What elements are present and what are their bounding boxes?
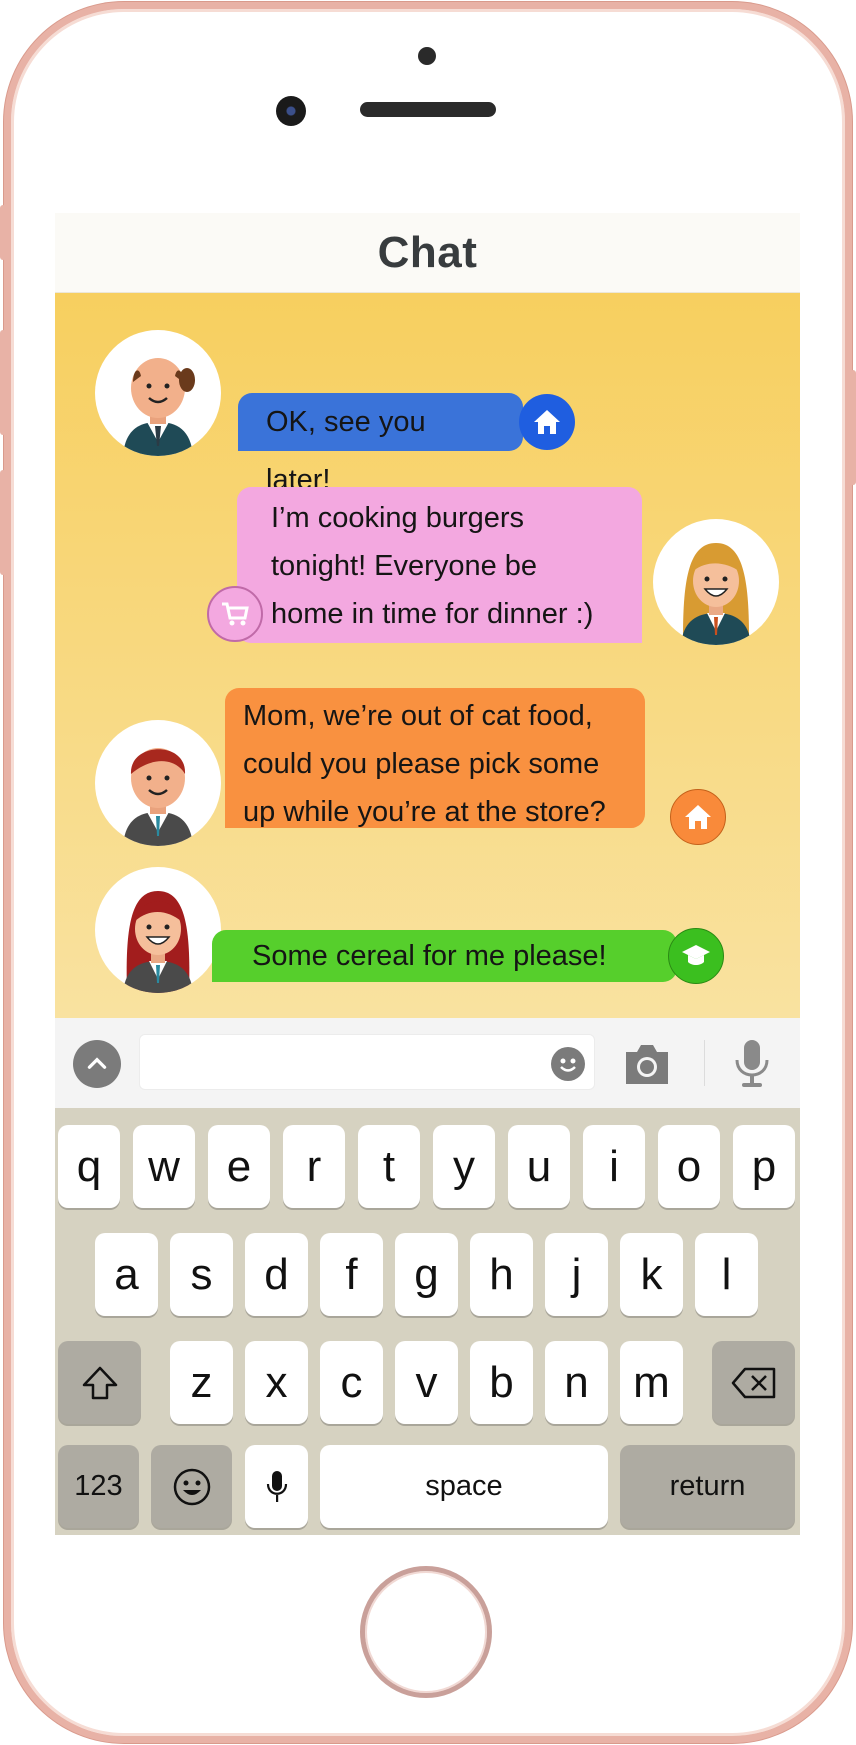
divider bbox=[704, 1040, 705, 1086]
badge-shopping-cart bbox=[207, 586, 263, 642]
key-w[interactable]: w bbox=[133, 1125, 195, 1208]
message-bubble-4[interactable]: Some cereal for me please! bbox=[212, 930, 677, 982]
badge-home bbox=[670, 789, 726, 845]
earpiece-speaker bbox=[360, 102, 496, 117]
key-m[interactable]: m bbox=[620, 1341, 683, 1424]
keyboard: q w e r t y u i o p a s d f g h j k l z … bbox=[55, 1108, 800, 1535]
message-input[interactable] bbox=[139, 1034, 595, 1090]
power-button bbox=[850, 370, 856, 485]
message-bubble-2[interactable]: I’m cooking burgers tonight! Everyone be… bbox=[237, 487, 642, 643]
badge-home bbox=[519, 394, 575, 450]
shift-icon bbox=[82, 1366, 117, 1399]
key-o[interactable]: o bbox=[658, 1125, 720, 1208]
message-text-line: up while you’re at the store? bbox=[243, 796, 606, 828]
key-p[interactable]: p bbox=[733, 1125, 795, 1208]
message-text-line: I’m cooking burgers bbox=[271, 502, 525, 534]
page-title: Chat bbox=[377, 227, 478, 277]
avatar-mom[interactable] bbox=[653, 519, 779, 645]
chat-header: Chat bbox=[55, 213, 800, 293]
key-u[interactable]: u bbox=[508, 1125, 570, 1208]
key-j[interactable]: j bbox=[545, 1233, 608, 1316]
expand-button[interactable] bbox=[73, 1040, 121, 1088]
message-text-line: could you please pick some bbox=[243, 748, 600, 780]
key-a[interactable]: a bbox=[95, 1233, 158, 1316]
key-z[interactable]: z bbox=[170, 1341, 233, 1424]
graduation-cap-icon bbox=[682, 945, 710, 965]
message-list[interactable]: OK, see you later! I’m cooking burgers t… bbox=[55, 293, 800, 1018]
key-x[interactable]: x bbox=[245, 1341, 308, 1424]
emoji-icon[interactable] bbox=[551, 1047, 585, 1081]
mute-switch bbox=[0, 205, 6, 260]
message-bubble-1[interactable]: OK, see you later! bbox=[238, 393, 523, 496]
microphone-icon bbox=[266, 1470, 287, 1502]
home-icon bbox=[685, 805, 711, 829]
key-r[interactable]: r bbox=[283, 1125, 345, 1208]
key-y[interactable]: y bbox=[433, 1125, 495, 1208]
dictation-key[interactable] bbox=[245, 1445, 308, 1528]
avatar-dad[interactable] bbox=[95, 330, 221, 456]
key-l[interactable]: l bbox=[695, 1233, 758, 1316]
key-e[interactable]: e bbox=[208, 1125, 270, 1208]
proximity-sensor bbox=[418, 47, 436, 65]
key-v[interactable]: v bbox=[395, 1341, 458, 1424]
key-f[interactable]: f bbox=[320, 1233, 383, 1316]
message-input-bar bbox=[55, 1018, 800, 1108]
key-t[interactable]: t bbox=[358, 1125, 420, 1208]
message-bubble-3[interactable]: Mom, we’re out of cat food, could you pl… bbox=[225, 688, 645, 828]
message-text: OK, see you later! bbox=[266, 406, 426, 496]
camera-icon[interactable] bbox=[622, 1042, 672, 1086]
numbers-key[interactable]: 123 bbox=[58, 1445, 139, 1528]
badge-graduation-cap bbox=[668, 928, 724, 984]
emoji-key[interactable] bbox=[151, 1445, 232, 1528]
message-text: Some cereal for me please! bbox=[252, 940, 607, 972]
home-button[interactable] bbox=[360, 1566, 492, 1698]
volume-down-button bbox=[0, 470, 6, 575]
space-key[interactable]: space bbox=[320, 1445, 608, 1528]
return-key[interactable]: return bbox=[620, 1445, 795, 1528]
backspace-icon bbox=[731, 1367, 775, 1398]
key-b[interactable]: b bbox=[470, 1341, 533, 1424]
emoji-icon bbox=[173, 1468, 210, 1505]
home-icon bbox=[534, 410, 560, 434]
message-text-line: Mom, we’re out of cat food, bbox=[243, 700, 593, 732]
key-g[interactable]: g bbox=[395, 1233, 458, 1316]
volume-up-button bbox=[0, 330, 6, 435]
avatar-daughter[interactable] bbox=[95, 867, 221, 993]
key-n[interactable]: n bbox=[545, 1341, 608, 1424]
key-c[interactable]: c bbox=[320, 1341, 383, 1424]
message-text-line: tonight! Everyone be bbox=[271, 550, 538, 582]
key-i[interactable]: i bbox=[583, 1125, 645, 1208]
key-h[interactable]: h bbox=[470, 1233, 533, 1316]
microphone-icon[interactable] bbox=[732, 1038, 772, 1088]
front-camera bbox=[276, 96, 306, 126]
key-d[interactable]: d bbox=[245, 1233, 308, 1316]
backspace-key[interactable] bbox=[712, 1341, 795, 1424]
shopping-cart-icon bbox=[222, 602, 249, 626]
key-q[interactable]: q bbox=[58, 1125, 120, 1208]
screen: Chat OK, see you later! I’m cooking burg… bbox=[55, 213, 800, 1535]
message-text-line: home in time for dinner :) bbox=[271, 598, 594, 630]
chevron-up-icon bbox=[87, 1057, 107, 1069]
key-k[interactable]: k bbox=[620, 1233, 683, 1316]
key-s[interactable]: s bbox=[170, 1233, 233, 1316]
shift-key[interactable] bbox=[58, 1341, 141, 1424]
avatar-son[interactable] bbox=[95, 720, 221, 846]
